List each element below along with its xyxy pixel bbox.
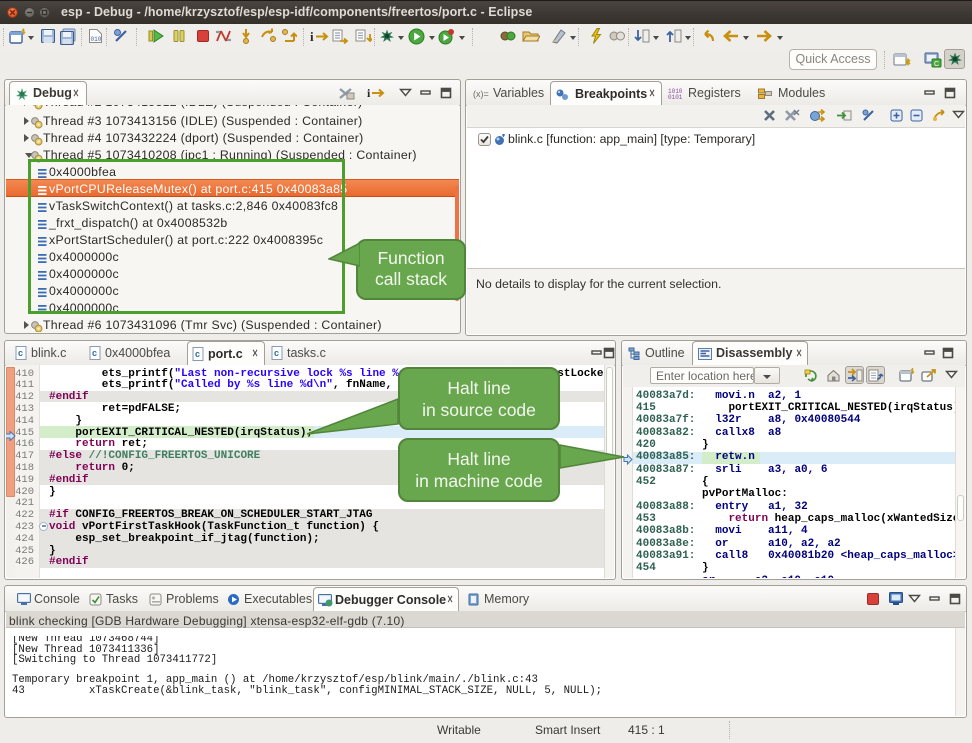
- svg-text:i: i: [367, 86, 371, 100]
- svg-text:c: c: [195, 349, 200, 359]
- svg-text:c: c: [274, 348, 279, 358]
- svg-text:c: c: [18, 348, 23, 358]
- svg-text:C: C: [934, 61, 939, 68]
- svg-text:(x)=: (x)=: [473, 89, 489, 99]
- svg-text:i: i: [310, 29, 314, 44]
- svg-text:0101: 0101: [668, 94, 683, 99]
- svg-text:010: 010: [91, 36, 102, 43]
- svg-text:c: c: [92, 348, 97, 358]
